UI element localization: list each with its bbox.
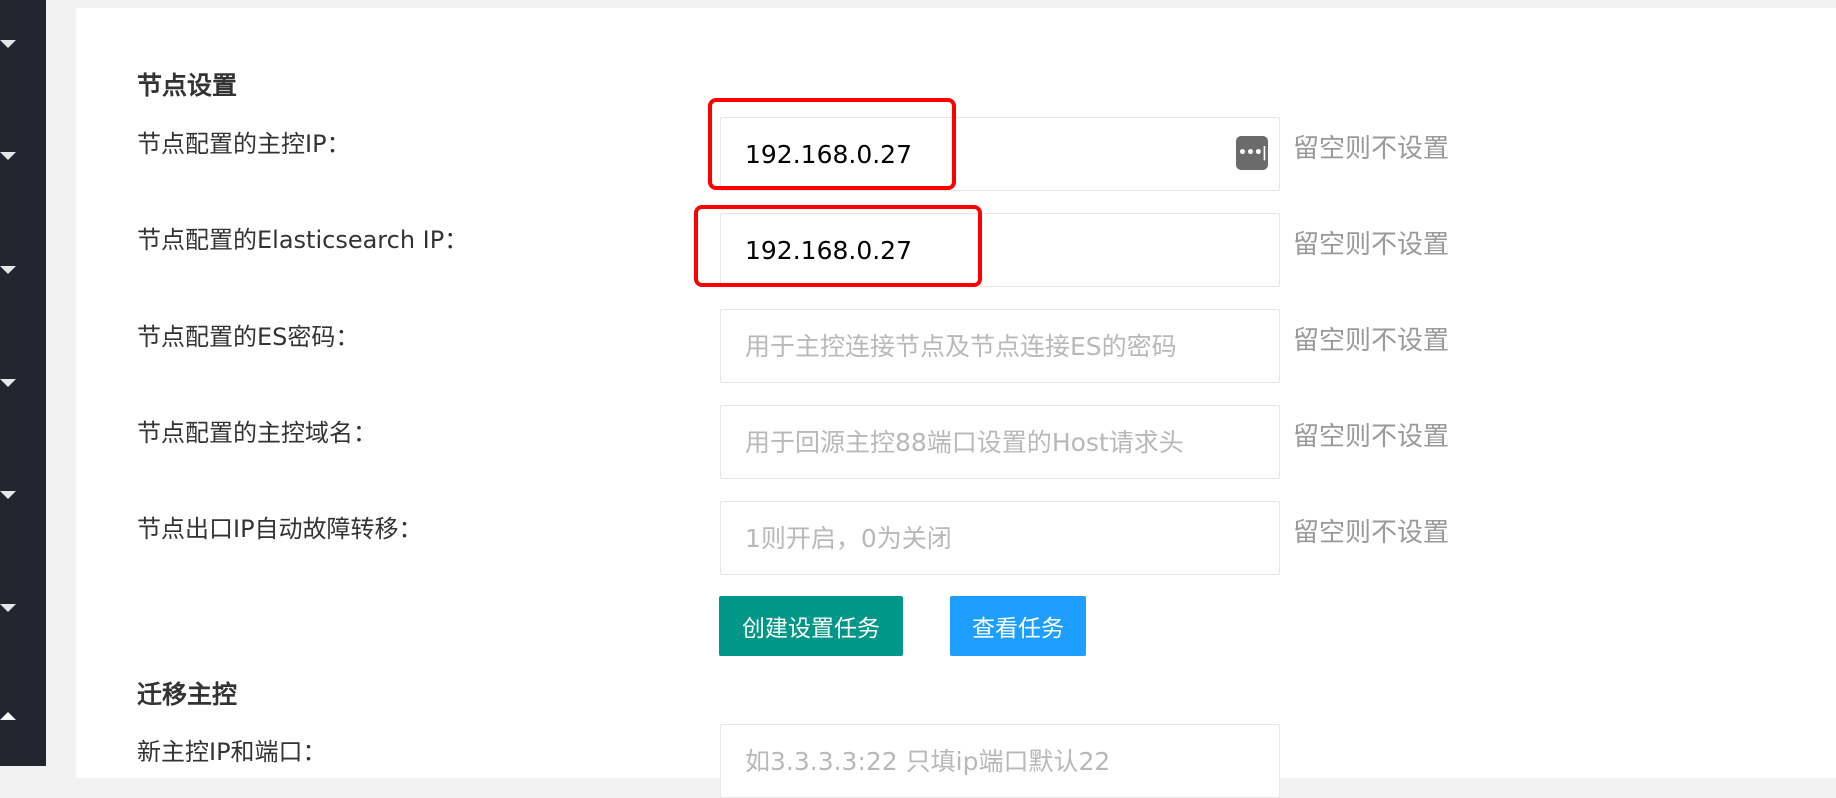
hint-es-password: 留空则不设置 [1293, 326, 1450, 356]
label-exit-ip-failover: 节点出口IP自动故障转移： [137, 515, 423, 543]
password-dots-icon[interactable]: •••| [1236, 136, 1268, 170]
exit-ip-failover-input[interactable] [720, 501, 1280, 575]
elasticsearch-ip-input[interactable] [720, 213, 1280, 287]
label-es-password: 节点配置的ES密码： [137, 323, 360, 351]
sidebar-expand-icon[interactable] [0, 152, 16, 160]
hint-exit-ip-failover: 留空则不设置 [1293, 518, 1450, 548]
section-title-migrate-master: 迁移主控 [137, 680, 238, 709]
new-master-ip-port-input[interactable] [720, 724, 1280, 798]
create-settings-task-button[interactable]: 创建设置任务 [719, 596, 903, 656]
label-new-master-ip-port: 新主控IP和端口： [137, 738, 327, 766]
hint-elasticsearch-ip: 留空则不设置 [1293, 230, 1450, 260]
sidebar-expand-icon[interactable] [0, 604, 16, 612]
sidebar-expand-icon[interactable] [0, 266, 16, 274]
master-domain-input[interactable] [720, 405, 1280, 479]
label-master-domain: 节点配置的主控域名： [137, 419, 377, 447]
sidebar-collapse-icon[interactable] [0, 712, 16, 720]
sidebar [0, 0, 46, 766]
section-title-node-settings: 节点设置 [137, 71, 238, 100]
hint-master-ip: 留空则不设置 [1293, 134, 1450, 164]
view-tasks-button[interactable]: 查看任务 [950, 596, 1086, 656]
sidebar-expand-icon[interactable] [0, 491, 16, 499]
sidebar-expand-icon[interactable] [0, 379, 16, 387]
label-elasticsearch-ip: 节点配置的Elasticsearch IP： [137, 226, 469, 254]
hint-master-domain: 留空则不设置 [1293, 422, 1450, 452]
label-master-ip: 节点配置的主控IP： [137, 130, 351, 158]
sidebar-expand-icon[interactable] [0, 40, 16, 48]
es-password-input[interactable] [720, 309, 1280, 383]
master-ip-input[interactable] [720, 117, 1280, 191]
